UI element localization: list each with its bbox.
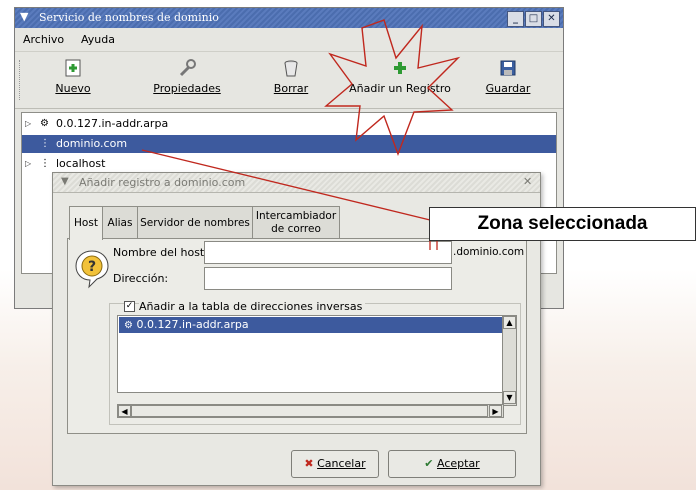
tab-host-label: Host <box>74 217 98 229</box>
callout-connector <box>141 149 438 250</box>
callout-label: Zona seleccionada <box>429 207 696 241</box>
tab-host[interactable]: Host <box>69 206 103 240</box>
